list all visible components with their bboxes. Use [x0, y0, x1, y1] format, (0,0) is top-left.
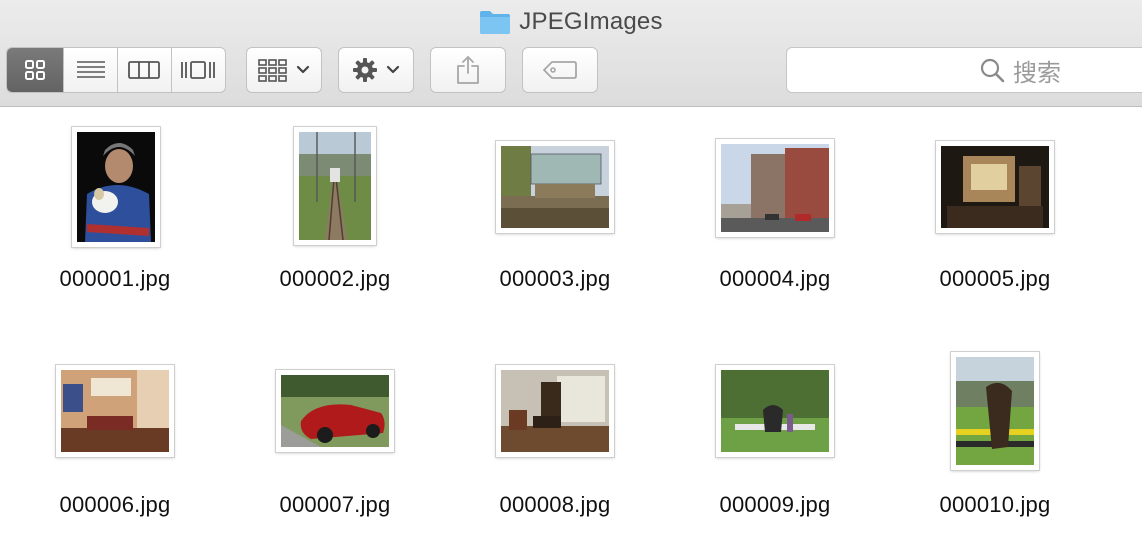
file-item[interactable]: 000005.jpg — [885, 108, 1105, 298]
file-item[interactable]: 000001.jpg — [5, 108, 225, 298]
chevron-down-icon — [296, 65, 310, 74]
icon-view-button[interactable] — [7, 48, 65, 92]
search-icon — [980, 58, 1005, 83]
file-name-label: 000005.jpg — [939, 266, 1051, 291]
file-item[interactable]: 000008.jpg — [445, 334, 665, 524]
file-item[interactable]: 000002.jpg — [225, 108, 445, 298]
file-name-label: 000008.jpg — [499, 492, 611, 517]
window-title-bar: JPEGImages — [0, 6, 1142, 38]
file-name-label: 000001.jpg — [59, 266, 171, 291]
action-button[interactable] — [338, 47, 414, 93]
chevron-down-icon — [386, 65, 400, 74]
image-thumbnail — [951, 352, 1039, 470]
group-icon — [258, 59, 287, 82]
file-name-label: 000003.jpg — [499, 266, 611, 291]
image-thumbnail — [56, 365, 174, 457]
view-mode-control — [6, 47, 226, 93]
file-item[interactable]: 000009.jpg — [665, 334, 885, 524]
window-title: JPEGImages — [519, 8, 663, 35]
file-name-label: 000007.jpg — [279, 492, 391, 517]
image-thumbnail — [72, 127, 160, 247]
file-name-label: 000002.jpg — [279, 266, 391, 291]
list-view-button[interactable] — [64, 48, 118, 92]
file-name-label: 000006.jpg — [59, 492, 171, 517]
search-field[interactable]: 搜索 — [786, 47, 1142, 93]
file-name-label: 000010.jpg — [939, 492, 1051, 517]
file-name-label: 000009.jpg — [719, 492, 831, 517]
file-item[interactable]: 000006.jpg — [5, 334, 225, 524]
share-button[interactable] — [430, 47, 506, 93]
file-item[interactable]: 000004.jpg — [665, 108, 885, 298]
finder-toolbar: JPEGImages 搜索 — [0, 0, 1142, 107]
image-thumbnail — [936, 141, 1054, 233]
list-icon — [76, 61, 105, 78]
file-item[interactable]: 000010.jpg — [885, 334, 1105, 524]
image-thumbnail — [716, 365, 834, 457]
image-thumbnail — [294, 127, 376, 245]
group-by-button[interactable] — [246, 47, 322, 93]
search-placeholder: 搜索 — [1013, 59, 1061, 87]
folder-icon — [480, 11, 511, 34]
file-icon-grid: 000001.jpg 000002.jpg 000003.jpg 000004.… — [0, 108, 1142, 558]
image-thumbnail — [496, 365, 614, 457]
grid-icon — [25, 60, 46, 80]
tag-icon — [543, 61, 577, 79]
gallery-icon — [181, 61, 216, 79]
file-item[interactable]: 000003.jpg — [445, 108, 665, 298]
file-name-label: 000004.jpg — [719, 266, 831, 291]
tag-button[interactable] — [522, 47, 598, 93]
image-thumbnail — [716, 139, 834, 237]
gallery-view-button[interactable] — [172, 48, 226, 92]
columns-icon — [128, 61, 161, 79]
image-thumbnail — [496, 141, 614, 233]
gear-icon — [353, 58, 377, 82]
image-thumbnail — [276, 370, 394, 452]
share-icon — [457, 56, 479, 84]
column-view-button[interactable] — [118, 48, 172, 92]
file-item[interactable]: 000007.jpg — [225, 334, 445, 524]
